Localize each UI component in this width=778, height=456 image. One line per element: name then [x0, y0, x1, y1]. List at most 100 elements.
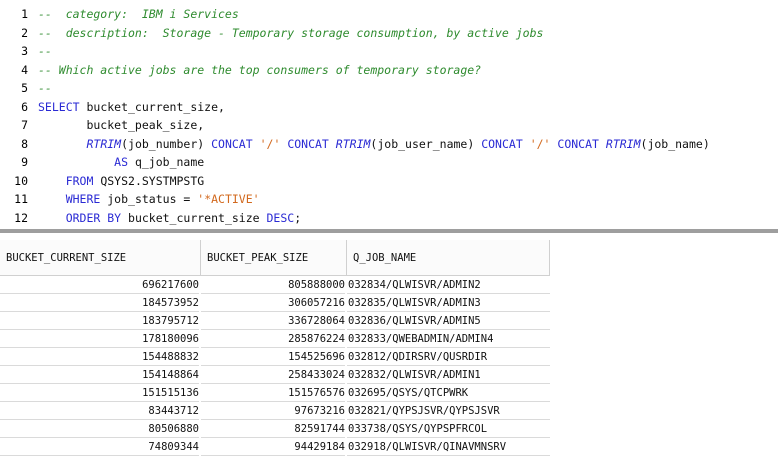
line-number: 11: [14, 192, 28, 206]
code-line: 8 RTRIM(job_number) CONCAT '/' CONCAT RT…: [0, 135, 778, 154]
code-line: 5 --: [0, 79, 778, 98]
code-token: -- category: IBM i Services: [38, 7, 239, 21]
code-text: bucket_peak_size,: [38, 116, 204, 135]
line-number: 10: [14, 173, 28, 188]
cell-bucket-current-size[interactable]: 74809344: [0, 438, 199, 456]
line-number: 5: [21, 81, 28, 95]
code-text: FROM QSYS2.SYSTMPSTG: [38, 172, 204, 191]
cell-bucket-peak-size[interactable]: 82591744: [201, 420, 345, 438]
code-token: SELECT: [38, 99, 80, 114]
cell-bucket-peak-size[interactable]: 285876224: [201, 330, 345, 348]
code-text: -- description: Storage - Temporary stor…: [38, 24, 543, 43]
code-token: CONCAT: [211, 136, 253, 151]
column-header-bucket-peak-size[interactable]: BUCKET_PEAK_SIZE: [201, 240, 347, 276]
code-token: job_status =: [100, 192, 198, 206]
code-line: 1 -- category: IBM i Services: [0, 5, 778, 24]
cell-bucket-current-size[interactable]: 184573952: [0, 294, 199, 312]
cell-bucket-peak-size[interactable]: 805888000: [201, 276, 345, 294]
code-text: ORDER BY bucket_current_size DESC;: [38, 209, 301, 228]
code-token: (job_number): [121, 136, 212, 151]
cell-q-job-name[interactable]: 032812/QDIRSRV/QUSRDIR: [347, 348, 550, 366]
line-number: 3: [21, 44, 28, 58]
code-token: '/': [259, 136, 281, 151]
cell-bucket-peak-size[interactable]: 336728064: [201, 312, 345, 330]
code-text: WHERE job_status = '*ACTIVE': [38, 190, 260, 209]
cell-bucket-current-size[interactable]: 83443712: [0, 402, 199, 420]
code-token: q_job_name: [128, 155, 205, 169]
sql-editor[interactable]: 1 -- category: IBM i Services 2 -- descript…: [0, 0, 778, 227]
cell-bucket-current-size[interactable]: 178180096: [0, 330, 199, 348]
code-token: RTRIM: [86, 136, 122, 151]
cell-bucket-current-size[interactable]: 151515136: [0, 384, 199, 402]
cell-bucket-peak-size[interactable]: 306057216: [201, 294, 345, 312]
line-number: 6: [21, 99, 28, 114]
line-number: 7: [21, 118, 28, 132]
code-token: AS: [114, 155, 129, 169]
code-token: bucket_current_size,: [79, 99, 225, 114]
cell-bucket-current-size[interactable]: 154148864: [0, 366, 199, 384]
line-number: 4: [21, 62, 28, 77]
code-token: ORDER BY: [65, 210, 122, 225]
code-token: --: [38, 81, 52, 95]
cell-q-job-name[interactable]: 032835/QLWISVR/ADMIN3: [347, 294, 550, 312]
code-token: CONCAT: [481, 136, 523, 151]
cell-bucket-current-size[interactable]: 696217600: [0, 276, 199, 294]
cell-q-job-name[interactable]: 033738/QSYS/QYPSPFRCOL: [347, 420, 550, 438]
code-token: QSYS2.SYSTMPSTG: [93, 173, 205, 188]
cell-q-job-name[interactable]: 032834/QLWISVR/ADMIN2: [347, 276, 550, 294]
line-number: 1: [21, 7, 28, 21]
cell-bucket-peak-size[interactable]: 97673216: [201, 402, 345, 420]
cell-bucket-current-size[interactable]: 183795712: [0, 312, 199, 330]
code-token: bucket_current_size: [121, 210, 267, 225]
code-token: RTRIM: [605, 136, 641, 151]
code-token: CONCAT: [287, 136, 329, 151]
line-number: 9: [21, 155, 28, 169]
code-token: DESC: [266, 210, 295, 225]
line-number: 8: [21, 136, 28, 151]
code-text: AS q_job_name: [38, 153, 204, 172]
code-token: WHERE: [65, 192, 101, 206]
code-text: -- Which active jobs are the top consume…: [38, 61, 481, 80]
column-header-q-job-name[interactable]: Q_JOB_NAME: [347, 240, 550, 276]
code-line: 9 AS q_job_name: [0, 153, 778, 172]
code-text: -- category: IBM i Services: [38, 5, 239, 24]
column-header-bucket-current-size[interactable]: BUCKET_CURRENT_SIZE: [0, 240, 201, 276]
code-token: -- Which active jobs are the top consume…: [38, 62, 482, 77]
code-line: 10 FROM QSYS2.SYSTMPSTG: [0, 172, 778, 191]
cell-q-job-name[interactable]: 032832/QLWISVR/ADMIN1: [347, 366, 550, 384]
cell-q-job-name[interactable]: 032821/QYPSJSVR/QYPSJSVR: [347, 402, 550, 420]
code-line: 3 --: [0, 42, 778, 61]
code-token: --: [38, 44, 52, 58]
code-token: -- description: Storage - Temporary stor…: [38, 25, 544, 40]
cell-q-job-name[interactable]: 032836/QLWISVR/ADMIN5: [347, 312, 550, 330]
cell-bucket-peak-size[interactable]: 154525696: [201, 348, 345, 366]
code-line: 11 WHERE job_status = '*ACTIVE': [0, 190, 778, 209]
code-token: RTRIM: [335, 136, 371, 151]
cell-bucket-current-size[interactable]: 80506880: [0, 420, 199, 438]
code-token: bucket_peak_size,: [38, 118, 205, 132]
cell-bucket-current-size[interactable]: 154488832: [0, 348, 199, 366]
code-line: 12 ORDER BY bucket_current_size DESC;: [0, 209, 778, 228]
code-line: 6 SELECT bucket_current_size,: [0, 98, 778, 117]
cell-bucket-peak-size[interactable]: 258433024: [201, 366, 345, 384]
cell-bucket-peak-size[interactable]: 94429184: [201, 438, 345, 456]
code-text: SELECT bucket_current_size,: [38, 98, 225, 117]
cell-bucket-peak-size[interactable]: 151576576: [201, 384, 345, 402]
cell-q-job-name[interactable]: 032833/QWEBADMIN/ADMIN4: [347, 330, 550, 348]
cell-q-job-name[interactable]: 032695/QSYS/QTCPWRK: [347, 384, 550, 402]
code-token: (job_name): [640, 136, 710, 151]
code-line: 4 -- Which active jobs are the top consum…: [0, 61, 778, 80]
pane-splitter[interactable]: [0, 229, 778, 233]
cell-q-job-name[interactable]: 032918/QLWISVR/QINAVMNSRV: [347, 438, 550, 456]
code-token: FROM: [65, 173, 94, 188]
code-token: CONCAT: [557, 136, 599, 151]
code-token: '*ACTIVE': [197, 192, 260, 206]
code-line: 7 bucket_peak_size,: [0, 116, 778, 135]
